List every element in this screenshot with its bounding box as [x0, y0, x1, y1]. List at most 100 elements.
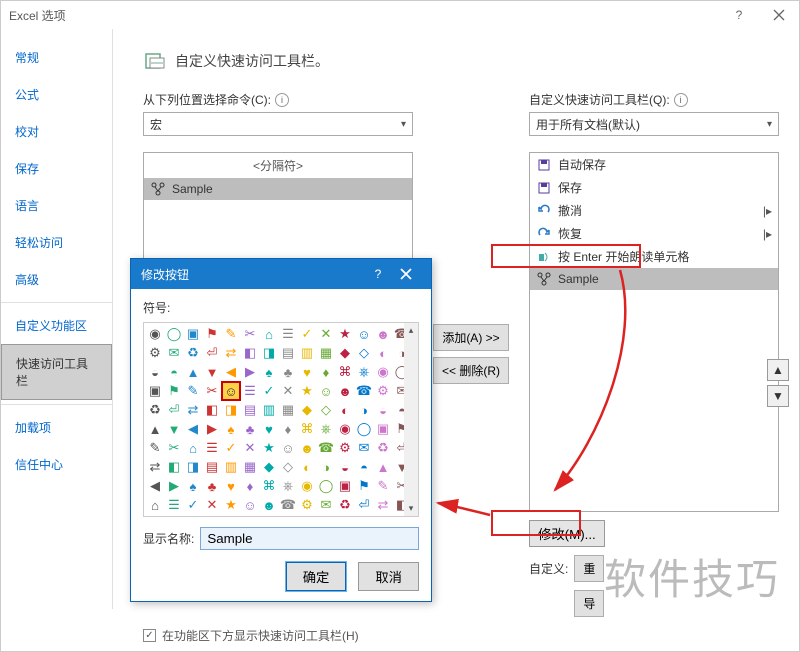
icon-cell[interactable]: ✓ — [260, 382, 278, 400]
icon-cell[interactable]: ▦ — [241, 458, 259, 476]
icon-cell[interactable]: ◧ — [165, 458, 183, 476]
icon-cell[interactable]: ☺ — [317, 382, 335, 400]
qat-listbox[interactable]: 自动保存 保存 撤消 |▸ 恢复 — [529, 152, 779, 512]
icon-cell[interactable]: ✓ — [222, 439, 240, 457]
icon-cell[interactable]: ◉ — [336, 420, 354, 438]
icon-cell[interactable]: ✓ — [298, 325, 316, 343]
icon-picker[interactable]: ◉◯▣⚑✎✂⌂☰✓✕★☺☻☎⚙✉♻⏎⇄◧◨▤▥▦◆◇◐◑◒◓▲▼◀▶♠♣♥♦⌘⎈… — [143, 322, 419, 517]
icon-cell[interactable]: ◒ — [146, 363, 164, 381]
icon-cell[interactable]: ✕ — [317, 325, 335, 343]
icon-cell[interactable]: ◆ — [260, 458, 278, 476]
icon-cell[interactable]: ⌘ — [260, 477, 278, 495]
icon-cell[interactable]: ▥ — [222, 458, 240, 476]
icon-cell[interactable]: ▥ — [260, 401, 278, 419]
icon-cell[interactable]: ◉ — [298, 477, 316, 495]
help-button[interactable]: ? — [719, 1, 759, 29]
icon-cell[interactable]: ★ — [298, 382, 316, 400]
icon-cell[interactable]: ☻ — [374, 325, 392, 343]
info-icon[interactable]: i — [275, 93, 289, 107]
icon-cell[interactable]: ⏎ — [355, 496, 373, 514]
icon-cell[interactable]: ◆ — [336, 344, 354, 362]
icon-cell[interactable]: ▼ — [165, 420, 183, 438]
modify-button[interactable]: 修改(M)... — [529, 520, 605, 547]
icon-cell[interactable]: ☰ — [203, 439, 221, 457]
icon-cell[interactable]: ⚙ — [298, 496, 316, 514]
icon-cell[interactable]: ⎈ — [317, 420, 335, 438]
move-down-button[interactable]: ▼ — [767, 385, 789, 407]
icon-cell[interactable]: ♣ — [279, 363, 297, 381]
icon-cell[interactable]: ✉ — [165, 344, 183, 362]
dialog-help-button[interactable]: ? — [365, 267, 391, 281]
icon-cell[interactable]: ⚑ — [203, 325, 221, 343]
icon-cell[interactable]: ◀ — [184, 420, 202, 438]
icon-cell[interactable]: ◑ — [355, 401, 373, 419]
icon-cell[interactable]: ✂ — [165, 439, 183, 457]
icon-cell[interactable]: ☺ — [355, 325, 373, 343]
icon-cell[interactable]: ♦ — [279, 420, 297, 438]
icon-cell[interactable]: ★ — [260, 439, 278, 457]
icon-cell[interactable]: ◓ — [165, 363, 183, 381]
list-item-sample[interactable]: Sample — [144, 178, 412, 200]
icon-cell[interactable]: ⇄ — [222, 344, 240, 362]
icon-cell[interactable]: ◀ — [146, 477, 164, 495]
add-button[interactable]: 添加(A) >> — [433, 324, 509, 351]
icon-cell[interactable]: ♻ — [146, 401, 164, 419]
info-icon[interactable]: i — [674, 93, 688, 107]
icon-cell[interactable]: ◨ — [184, 458, 202, 476]
icon-cell[interactable]: ⇄ — [146, 458, 164, 476]
icon-cell[interactable]: ▦ — [317, 344, 335, 362]
icon-cell[interactable]: ▤ — [279, 344, 297, 362]
icon-cell[interactable]: ▣ — [184, 325, 202, 343]
nav-formulas[interactable]: 公式 — [1, 76, 112, 113]
icon-cell[interactable]: ✂ — [241, 325, 259, 343]
icon-cell[interactable]: ◉ — [374, 363, 392, 381]
nav-proofing[interactable]: 校对 — [1, 113, 112, 150]
icon-cell[interactable]: ▼ — [203, 363, 221, 381]
ok-button[interactable]: 确定 — [286, 562, 347, 591]
icon-cell[interactable]: ♠ — [260, 363, 278, 381]
icon-cell[interactable]: ♠ — [184, 477, 202, 495]
icon-cell[interactable]: ♦ — [241, 477, 259, 495]
icon-cell[interactable]: ♦ — [317, 363, 335, 381]
icon-cell[interactable]: ◯ — [317, 477, 335, 495]
dialog-close-button[interactable] — [391, 259, 421, 289]
icon-cell[interactable]: ▥ — [298, 344, 316, 362]
icon-cell[interactable]: ▣ — [146, 382, 164, 400]
icon-cell[interactable]: ♥ — [222, 477, 240, 495]
icon-cell[interactable]: ⌂ — [184, 439, 202, 457]
nav-access[interactable]: 轻松访问 — [1, 224, 112, 261]
icon-cell[interactable]: ☎ — [317, 439, 335, 457]
icon-cell[interactable]: ☺ — [241, 496, 259, 514]
scrollbar[interactable]: ▴ ▾ — [404, 323, 418, 516]
icon-cell[interactable]: ✎ — [146, 439, 164, 457]
nav-language[interactable]: 语言 — [1, 187, 112, 224]
separator-row[interactable]: <分隔符> — [144, 153, 412, 178]
icon-cell[interactable]: ◇ — [317, 401, 335, 419]
icon-cell[interactable]: ⌘ — [298, 420, 316, 438]
export-button[interactable]: 导 — [574, 590, 604, 617]
qat-item-save[interactable]: 保存 — [530, 176, 778, 199]
icon-cell[interactable]: ▲ — [184, 363, 202, 381]
reset-button[interactable]: 重 — [574, 555, 604, 582]
icon-cell[interactable]: ✂ — [203, 382, 221, 400]
icon-cell[interactable]: ☺ — [279, 439, 297, 457]
icon-cell[interactable]: ▶ — [241, 363, 259, 381]
icon-cell[interactable]: ☰ — [241, 382, 259, 400]
icon-cell[interactable]: ◉ — [146, 325, 164, 343]
icon-cell[interactable]: ✎ — [374, 477, 392, 495]
icon-cell[interactable]: ⏎ — [165, 401, 183, 419]
icon-cell[interactable]: ▲ — [146, 420, 164, 438]
icon-cell[interactable]: ⚙ — [374, 382, 392, 400]
icon-cell[interactable]: ▶ — [203, 420, 221, 438]
move-up-button[interactable]: ▲ — [767, 359, 789, 381]
icon-cell[interactable]: ◆ — [298, 401, 316, 419]
icon-cell[interactable]: ◧ — [241, 344, 259, 362]
icon-cell[interactable]: ◒ — [336, 458, 354, 476]
icon-cell[interactable]: ⌂ — [260, 325, 278, 343]
icon-cell[interactable]: ◑ — [317, 458, 335, 476]
nav-customize-ribbon[interactable]: 自定义功能区 — [1, 307, 112, 344]
icon-cell[interactable]: ♣ — [203, 477, 221, 495]
icon-cell[interactable]: ◐ — [374, 344, 392, 362]
icon-cell[interactable]: ◐ — [298, 458, 316, 476]
icon-cell[interactable]: ◨ — [222, 401, 240, 419]
